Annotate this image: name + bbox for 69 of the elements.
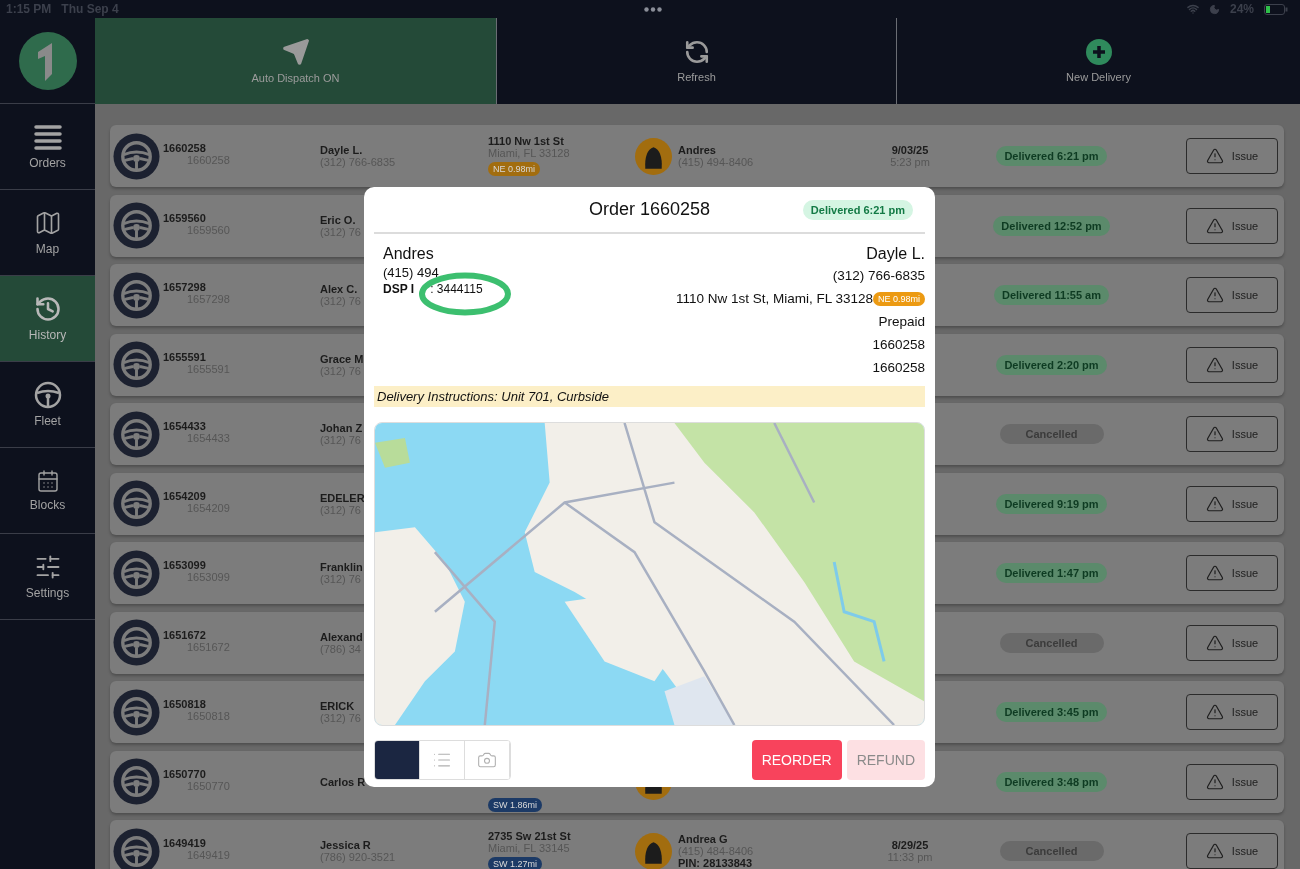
direction-tag: NE 0.98mi bbox=[488, 162, 541, 176]
sidebar-item[interactable]: History bbox=[0, 276, 95, 362]
toolbar-button[interactable]: New Delivery bbox=[897, 18, 1300, 104]
order-id: 1649419 bbox=[163, 837, 207, 849]
delivery-instructions: Delivery Instructions: Unit 701, Curbside bbox=[377, 389, 609, 404]
issue-button[interactable]: Issue bbox=[1186, 346, 1278, 383]
order-id: 1659560 bbox=[163, 211, 207, 224]
issue-button[interactable]: Issue bbox=[1186, 763, 1278, 800]
order-id: 1653099 bbox=[163, 559, 207, 571]
issue-button[interactable]: Issue bbox=[1186, 207, 1278, 244]
issue-button[interactable]: Issue bbox=[1186, 624, 1278, 661]
customer-name: Franklin bbox=[320, 561, 363, 573]
order-id: 1654433 bbox=[163, 420, 207, 432]
status-pill: Delivered 6:21 pm bbox=[802, 199, 913, 220]
address-street: 2735 Sw 21st St bbox=[488, 830, 571, 842]
driver-name: Andrea G bbox=[678, 833, 728, 845]
customer-name: Eric O. bbox=[320, 213, 356, 226]
direction-tag: NE 0.98mi bbox=[872, 291, 925, 306]
driver-name: Andres bbox=[678, 144, 716, 156]
customer-name: Jessica R bbox=[320, 839, 371, 851]
dsp-label: DSP I bbox=[383, 281, 415, 297]
order-number: 1660258 bbox=[872, 359, 925, 377]
customer-name: ERICK bbox=[320, 700, 355, 712]
dsp-value: : 3444115 bbox=[429, 281, 483, 297]
customer-name: EDELER bbox=[320, 491, 365, 504]
order-number: 1660258 bbox=[872, 336, 925, 354]
issue-button[interactable]: Issue bbox=[1186, 138, 1278, 174]
status-pill: Delivered 12:52 pm bbox=[993, 215, 1110, 236]
driver-name: Andres bbox=[383, 244, 435, 264]
issue-button[interactable]: Issue bbox=[1186, 485, 1278, 522]
issue-button[interactable]: Issue bbox=[1186, 277, 1278, 313]
order-id: 1650770 bbox=[163, 767, 207, 780]
address-street: 1110 Nw 1st St bbox=[488, 135, 564, 147]
order-date: 9/03/25 bbox=[891, 144, 929, 156]
action-button[interactable]: REORDER bbox=[751, 740, 842, 780]
status-pill: Delivered 6:21 pm bbox=[996, 146, 1107, 166]
status-pill: Delivered 3:45 pm bbox=[996, 702, 1107, 722]
customer-name: Alexand bbox=[320, 630, 363, 643]
order-date: 8/29/25 bbox=[891, 839, 929, 851]
issue-button[interactable]: Issue bbox=[1186, 416, 1278, 452]
order-id: 1657298 bbox=[163, 281, 207, 293]
customer-name: Carlos R bbox=[320, 775, 366, 788]
order-id: 1660258 bbox=[163, 142, 207, 154]
dialog-title: Order 1660258 bbox=[588, 199, 711, 220]
customer-name: Dayle L. bbox=[866, 244, 925, 264]
customer-name: Johan Z bbox=[320, 422, 363, 434]
driver-phone: (415) 494 bbox=[383, 264, 440, 281]
driver-pin: PIN: 28133843 bbox=[678, 857, 752, 869]
issue-button[interactable]: Issue bbox=[1186, 833, 1278, 869]
direction-tag: SW 1.27mi bbox=[488, 857, 542, 869]
status-pill: Delivered 2:20 pm bbox=[996, 354, 1107, 375]
issue-button[interactable]: Issue bbox=[1186, 555, 1278, 591]
status-pill: Delivered 11:55 am bbox=[993, 285, 1110, 305]
customer-name: Grace M bbox=[320, 352, 364, 365]
order-id: 1650818 bbox=[163, 698, 207, 710]
order-id: 1655591 bbox=[163, 350, 207, 363]
order-id: 1651672 bbox=[163, 628, 207, 641]
status-pill: Delivered 9:19 pm bbox=[996, 493, 1107, 514]
toolbar-button[interactable]: Auto Dispatch ON bbox=[95, 18, 497, 104]
customer-phone: (312) 766-6835 bbox=[832, 267, 925, 285]
issue-button[interactable]: Issue bbox=[1186, 694, 1278, 730]
customer-address: 1110 Nw 1st St, Miami, FL 33128 bbox=[675, 290, 873, 308]
status-pill: Delivered 1:47 pm bbox=[996, 563, 1107, 583]
order-id: 1654209 bbox=[163, 489, 207, 502]
status-pill: Delivered 3:48 pm bbox=[996, 771, 1107, 792]
customer-name: Dayle L. bbox=[320, 144, 363, 156]
payment-method: Prepaid bbox=[878, 313, 925, 331]
customer-name: Alex C. bbox=[320, 283, 358, 295]
direction-tag: SW 1.86mi bbox=[488, 797, 542, 812]
